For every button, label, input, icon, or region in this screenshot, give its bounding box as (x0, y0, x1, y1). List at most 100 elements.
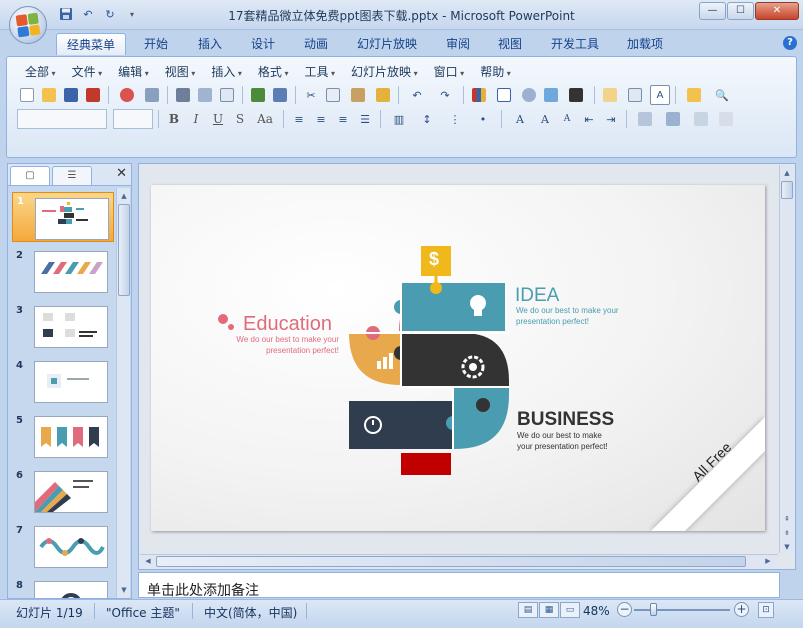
spellcheck-icon[interactable] (248, 85, 268, 105)
shapes-icon[interactable] (632, 109, 658, 129)
tab-insert[interactable]: 插入 (188, 33, 232, 55)
new-slide-icon[interactable] (600, 85, 620, 105)
fit-to-window-button[interactable]: ⊡ (758, 602, 774, 618)
zoom-in-button[interactable]: + (734, 602, 749, 617)
menu-format[interactable]: 格式 (252, 64, 299, 82)
attach-icon[interactable] (142, 85, 162, 105)
slide-sorter-view-button[interactable]: ▦ (539, 602, 559, 618)
menu-tools[interactable]: 工具 (298, 64, 345, 82)
shrink-font-icon[interactable]: A (557, 109, 577, 129)
line-spacing-icon[interactable]: ↕ (414, 109, 440, 129)
tab-slideshow[interactable]: 幻灯片放映 (347, 33, 427, 55)
slide-canvas[interactable]: $ Education We do our best to make your … (151, 185, 765, 531)
new-icon[interactable] (17, 85, 37, 105)
redo-icon[interactable]: ↷ (432, 85, 458, 105)
slide-thumbnail[interactable]: 5 (12, 412, 114, 462)
shape-fill-icon[interactable] (716, 109, 736, 129)
tab-developer[interactable]: 开发工具 (541, 33, 609, 55)
picture-icon[interactable] (541, 85, 561, 105)
next-slide-icon[interactable]: ⇟ (781, 527, 793, 539)
print-icon[interactable] (173, 85, 193, 105)
folder-icon[interactable] (681, 85, 707, 105)
cut-icon[interactable]: ✂ (301, 85, 321, 105)
editor-vertical-scrollbar[interactable]: ▲ ⇞ ⇟ ▼ (779, 165, 794, 553)
menu-view[interactable]: 视图 (159, 64, 206, 82)
menu-slideshow[interactable]: 幻灯片放映 (345, 64, 428, 82)
grow-font-icon[interactable]: A (535, 109, 555, 129)
slide-thumbnail[interactable]: 1 (12, 192, 114, 242)
undo-icon[interactable]: ↶ (404, 85, 430, 105)
zoom-slider-thumb[interactable] (650, 603, 658, 616)
zoom-out-button[interactable]: − (617, 602, 632, 617)
save-icon[interactable] (61, 85, 81, 105)
zoom-level[interactable]: 48% (583, 604, 610, 618)
tab-animations[interactable]: 动画 (294, 33, 338, 55)
page-setup-icon[interactable] (217, 85, 237, 105)
font-name-combo[interactable] (17, 109, 107, 129)
copy-icon[interactable] (323, 85, 343, 105)
notes-pane[interactable]: 单击此处添加备注 (138, 572, 780, 600)
scroll-down-icon[interactable]: ▼ (118, 584, 130, 596)
open-icon[interactable] (39, 85, 59, 105)
menu-all[interactable]: 全部 (19, 64, 66, 82)
scroll-left-icon[interactable]: ◀ (142, 555, 154, 567)
menu-help[interactable]: 帮助 (474, 64, 521, 82)
tab-home[interactable]: 开始 (134, 33, 178, 55)
zoom-icon[interactable]: 🔍 (709, 85, 735, 105)
chart-icon[interactable] (469, 85, 489, 105)
notes-placeholder[interactable]: 单击此处添加备注 (147, 580, 259, 600)
scroll-up-icon[interactable]: ▲ (118, 190, 130, 202)
editor-horizontal-scrollbar[interactable]: ◀ ▶ (140, 554, 778, 568)
research-icon[interactable] (270, 85, 290, 105)
scroll-right-icon[interactable]: ▶ (762, 555, 774, 567)
paste-icon[interactable] (345, 85, 371, 105)
slide-thumbnail[interactable]: 8 (12, 577, 114, 598)
increase-indent-icon[interactable]: ⇥ (601, 109, 621, 129)
tab-addins[interactable]: 加载项 (617, 33, 673, 55)
tab-design[interactable]: 设计 (241, 33, 285, 55)
clip-art-icon[interactable] (519, 85, 539, 105)
color-icon[interactable] (563, 85, 589, 105)
language-indicator[interactable]: 中文(简体，中国) (204, 604, 297, 621)
font-size-combo[interactable] (113, 109, 153, 129)
scroll-thumb[interactable] (118, 204, 130, 296)
italic-button[interactable]: I (186, 109, 206, 129)
layout-icon[interactable] (622, 85, 648, 105)
help-icon[interactable]: ? (783, 36, 797, 50)
tab-classic-menu[interactable]: 经典菜单 (56, 33, 127, 55)
tab-outline[interactable]: ☰ (52, 166, 92, 185)
minimize-button[interactable]: — (699, 2, 726, 20)
menu-window[interactable]: 窗口 (428, 64, 475, 82)
slide-thumbnail[interactable]: 2 (12, 247, 114, 297)
slide-thumbnail[interactable]: 6 (12, 467, 114, 517)
previous-slide-icon[interactable]: ⇞ (781, 513, 793, 525)
zoom-slider[interactable] (634, 609, 730, 611)
normal-view-button[interactable]: ▤ (518, 602, 538, 618)
print-preview-icon[interactable] (83, 85, 103, 105)
tab-slides[interactable]: ▢ (10, 166, 50, 185)
close-button[interactable]: ✕ (755, 2, 799, 20)
textbox-icon[interactable]: A (650, 85, 670, 105)
slideshow-view-button[interactable]: ▭ (560, 602, 580, 618)
align-right-icon[interactable]: ≡ (333, 109, 353, 129)
numbering-icon[interactable]: ⋮ (442, 109, 468, 129)
shadow-button[interactable]: S (230, 109, 250, 129)
bullets-icon[interactable]: • (470, 109, 496, 129)
slide-thumbnail[interactable]: 3 (12, 302, 114, 352)
menu-edit[interactable]: 编辑 (112, 64, 159, 82)
close-pane-icon[interactable]: ✕ (116, 166, 127, 181)
scroll-up-icon[interactable]: ▲ (781, 167, 793, 179)
decrease-indent-icon[interactable]: ⇤ (579, 109, 599, 129)
slide-thumbnail[interactable]: 7 (12, 522, 114, 572)
slide-thumbnail[interactable]: 4 (12, 357, 114, 407)
menu-insert[interactable]: 插入 (205, 64, 252, 82)
scroll-thumb[interactable] (781, 181, 793, 199)
justify-icon[interactable]: ☰ (355, 109, 375, 129)
columns-icon[interactable]: ▥ (386, 109, 412, 129)
underline-button[interactable]: U (208, 109, 228, 129)
bold-button[interactable]: B (164, 109, 184, 129)
table-icon[interactable] (491, 85, 517, 105)
tab-review[interactable]: 审阅 (436, 33, 480, 55)
menu-file[interactable]: 文件 (66, 64, 113, 82)
scroll-down-icon[interactable]: ▼ (781, 541, 793, 553)
